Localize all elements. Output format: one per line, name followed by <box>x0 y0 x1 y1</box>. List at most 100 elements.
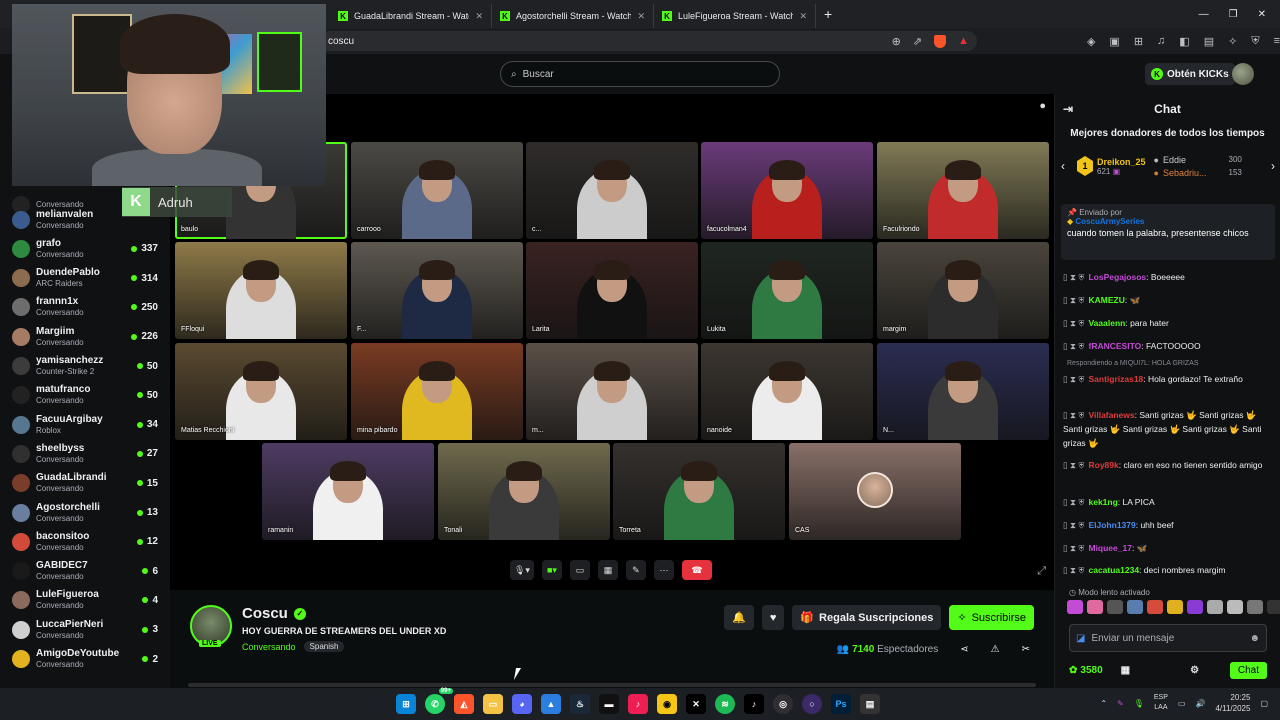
chat-username[interactable]: kek1ng <box>1088 497 1117 507</box>
participant-tile[interactable]: Matias Recchioni <box>175 343 347 440</box>
close-window-icon[interactable]: ✕ <box>1258 9 1266 20</box>
capcut-icon[interactable]: ✕ <box>686 694 706 714</box>
menu-icon[interactable]: ≡ <box>1274 35 1280 48</box>
sidebar-channel-item[interactable]: GuadaLibrandi Conversando 15 <box>0 469 170 498</box>
sidebar-channel-item[interactable]: sheelbyss Conversando 27 <box>0 439 170 468</box>
next-arrow-icon[interactable]: › <box>1271 159 1275 173</box>
pinned-user[interactable]: CoscuArmySeries <box>1075 217 1144 226</box>
sidebar-channel-item[interactable]: LuleFigueroa Conversando 4 <box>0 586 170 615</box>
clock[interactable]: 20:25 4/11/2025 <box>1215 692 1250 714</box>
close-icon[interactable]: ✕ <box>799 11 807 22</box>
participant-tile[interactable]: nanoide <box>701 343 873 440</box>
new-tab-icon[interactable]: + <box>824 6 832 22</box>
volume-icon[interactable]: 🔊 <box>1195 699 1205 708</box>
spotify-icon[interactable]: ≋ <box>715 694 735 714</box>
chat-username[interactable]: KAMEZU <box>1088 295 1124 305</box>
emote-icon[interactable] <box>1067 600 1083 614</box>
language-tag[interactable]: Spanish <box>303 641 345 652</box>
photos-icon[interactable]: ▲ <box>541 694 561 714</box>
sidebar-toggle-icon[interactable]: ◧ <box>1179 35 1189 48</box>
participant-tile[interactable]: mina pibardo <box>351 343 523 440</box>
notifications-button[interactable]: 🔔 <box>724 605 754 630</box>
emote-icon[interactable] <box>1127 600 1143 614</box>
notifications-icon[interactable]: ▢ <box>1260 699 1268 708</box>
participant-tile[interactable]: FFloqui <box>175 242 347 339</box>
participant-tile[interactable]: carrooo <box>351 142 523 239</box>
monitor-icon[interactable]: ▭ <box>1178 699 1186 708</box>
pen-icon[interactable]: ✎ <box>1117 699 1124 708</box>
effects-icon[interactable]: ✎ <box>625 560 646 580</box>
sidebar-channel-item[interactable]: AmigoDeYoutube Conversando 2 <box>0 645 170 674</box>
subscribe-button[interactable]: ✧ Suscribirse <box>949 605 1034 630</box>
whatsapp-icon[interactable]: ✆ 99+ <box>425 688 453 714</box>
sidebar-channel-item[interactable]: baconsitoo Conversando 12 <box>0 527 170 556</box>
participant-tile[interactable]: ramanin <box>262 443 434 540</box>
emote-icon[interactable] <box>1207 600 1223 614</box>
prev-arrow-icon[interactable]: ‹ <box>1061 159 1065 173</box>
sidebar-channel-item[interactable]: Agostorchelli Conversando 13 <box>0 498 170 527</box>
file-explorer-icon[interactable]: ▭ <box>483 694 503 714</box>
streamlabs-icon[interactable]: ◉ <box>657 694 677 714</box>
extension-icon[interactable]: ⊞ <box>1134 35 1143 48</box>
chat-username[interactable]: Santigrizas18 <box>1088 374 1143 384</box>
sidebar-channel-item[interactable]: GABIDEC7 Conversando 6 <box>0 557 170 586</box>
chat-username[interactable]: Vaaalenn <box>1088 318 1125 328</box>
chat-username[interactable]: Roy89k <box>1088 460 1118 470</box>
close-icon[interactable]: ✕ <box>637 11 645 22</box>
grid-view-icon[interactable]: ▦ <box>597 560 618 580</box>
steam-icon[interactable]: ♨ <box>570 694 590 714</box>
emote-icon[interactable] <box>1227 600 1243 614</box>
collapse-chat-icon[interactable]: ⇥ <box>1063 102 1073 116</box>
participant-tile[interactable]: CAS <box>789 443 961 540</box>
vpn-icon[interactable]: ⛨ <box>1251 35 1259 48</box>
maximize-icon[interactable]: ❐ <box>1229 9 1238 20</box>
sidebar-channel-item[interactable]: FacuuArgibay Roblox 34 <box>0 410 170 439</box>
music-icon[interactable]: ♫ <box>1157 35 1165 48</box>
language-indicator[interactable]: ESP LAA <box>1154 693 1168 713</box>
horizontal-scrollbar[interactable] <box>188 683 1036 687</box>
emote-icon[interactable] <box>1187 600 1203 614</box>
hang-up-icon[interactable]: ☎ <box>681 560 712 580</box>
chat-username[interactable]: ElJohn1379 <box>1088 520 1135 530</box>
sidebar-channel-item[interactable]: matufranco Conversando 50 <box>0 381 170 410</box>
emote-icon[interactable] <box>1107 600 1123 614</box>
sidebar-channel-item[interactable]: LuccaPierNeri Conversando 3 <box>0 615 170 644</box>
sidebar-channel-item[interactable]: grafo Conversando 337 <box>0 234 170 263</box>
participant-tile[interactable]: margim <box>877 242 1049 339</box>
fullscreen-icon[interactable]: ⤢ <box>1037 565 1046 578</box>
report-icon[interactable]: ⚠ <box>991 644 1000 655</box>
channel-points[interactable]: ✿ 3580 <box>1069 665 1103 676</box>
windows-start-icon[interactable]: ⊞ <box>396 694 416 714</box>
calculator-icon[interactable]: ▤ <box>860 694 880 714</box>
chat-bubble-icon[interactable]: ● <box>1039 100 1046 112</box>
participant-tile[interactable]: Torreta <box>613 443 785 540</box>
sidebar-channel-item[interactable]: yamisanchezz Counter-Strike 2 50 <box>0 352 170 381</box>
browser-tab[interactable]: K GuadaLibrandi Stream - Watch Live o ✕ <box>330 4 492 28</box>
chat-username[interactable]: fRANCESITO <box>1088 341 1141 351</box>
zoom-icon[interactable]: ⊕ <box>892 35 901 48</box>
participant-tile[interactable]: facucolman4 <box>701 142 873 239</box>
search-input[interactable]: ⌕ Buscar <box>500 61 780 87</box>
leo-icon[interactable]: ✧ <box>1228 35 1237 48</box>
more-icon[interactable]: ⋯ <box>653 560 674 580</box>
obs-icon[interactable]: ◎ <box>773 694 793 714</box>
donor-name[interactable]: Dreikon_25 <box>1097 157 1146 167</box>
chat-username[interactable]: LosPegajosos <box>1088 272 1146 282</box>
participant-tile[interactable]: F... <box>351 242 523 339</box>
tiktok-icon[interactable]: ♪ <box>744 694 764 714</box>
cortana-icon[interactable]: ○ <box>802 694 822 714</box>
emote-icon[interactable] <box>1147 600 1163 614</box>
gear-icon[interactable]: ⚙ <box>1190 665 1199 676</box>
chat-message-input[interactable]: ◪ Enviar un mensaje ☻ <box>1069 624 1267 652</box>
channel-name[interactable]: Coscu <box>242 605 288 622</box>
browser-tab[interactable]: K LuleFigueroa Stream - Watch Live on ✕ <box>654 4 816 28</box>
participant-tile[interactable]: Lukita <box>701 242 873 339</box>
store-icon[interactable]: ▦ <box>1121 665 1130 676</box>
stream-category[interactable]: Conversando <box>242 642 296 652</box>
send-chat-button[interactable]: Chat <box>1229 661 1267 679</box>
url-field[interactable]: coscu ⊕ ⇗ ▲ <box>320 31 977 51</box>
emote-icon[interactable] <box>1247 600 1263 614</box>
sidebar-channel-item[interactable]: Margiim Conversando 226 <box>0 322 170 351</box>
brave-rewards-icon[interactable]: ▲ <box>958 35 969 48</box>
participant-tile[interactable]: m... <box>526 343 698 440</box>
